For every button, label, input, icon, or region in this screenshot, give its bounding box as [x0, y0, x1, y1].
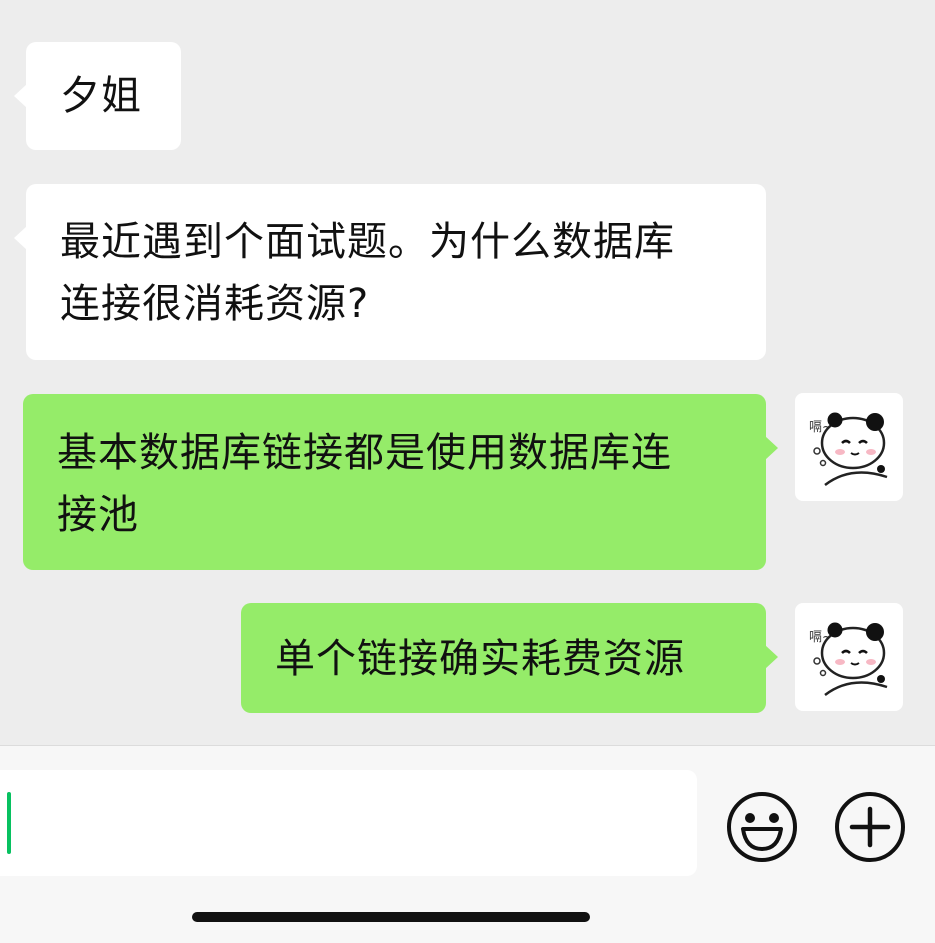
incoming-message-bubble[interactable]: 夕姐: [14, 42, 181, 150]
text-caret: [7, 792, 11, 854]
emoji-button[interactable]: [726, 791, 798, 863]
message-text-line: 最近遇到个面试题。为什么数据库: [60, 219, 675, 265]
user-avatar[interactable]: 嗝~: [795, 393, 903, 501]
incoming-message-bubble[interactable]: 最近遇到个面试题。为什么数据库 连接很消耗资源?: [14, 184, 766, 360]
message-text: 夕姐: [60, 73, 142, 119]
home-indicator[interactable]: [192, 912, 590, 922]
panda-sticker-icon: 嗝~: [809, 622, 888, 696]
outgoing-message-bubble[interactable]: 基本数据库链接都是使用数据库连 接池: [23, 394, 778, 570]
message-text-line: 接池: [57, 492, 139, 538]
message-text: 单个链接确实耗费资源: [275, 636, 685, 682]
outgoing-message-bubble[interactable]: 单个链接确实耗费资源: [241, 603, 778, 713]
chat-message-list[interactable]: 夕姐 最近遇到个面试题。为什么数据库 连接很消耗资源? 基本数据库链接都是使用数…: [0, 0, 935, 745]
user-avatar[interactable]: 嗝~: [795, 603, 903, 711]
bubble-tail: [14, 84, 27, 108]
plus-circle-icon: [835, 792, 905, 862]
more-button[interactable]: [834, 791, 906, 863]
message-text-line: 连接很消耗资源?: [60, 281, 370, 327]
message-text-line: 基本数据库链接都是使用数据库连: [57, 430, 672, 476]
smiley-face-icon: [727, 792, 797, 862]
bubble-tail: [765, 645, 778, 669]
bubble-tail: [14, 226, 27, 250]
bubble-tail: [765, 436, 778, 460]
panda-sticker-icon: 嗝~: [809, 412, 888, 486]
message-input[interactable]: [0, 770, 697, 876]
